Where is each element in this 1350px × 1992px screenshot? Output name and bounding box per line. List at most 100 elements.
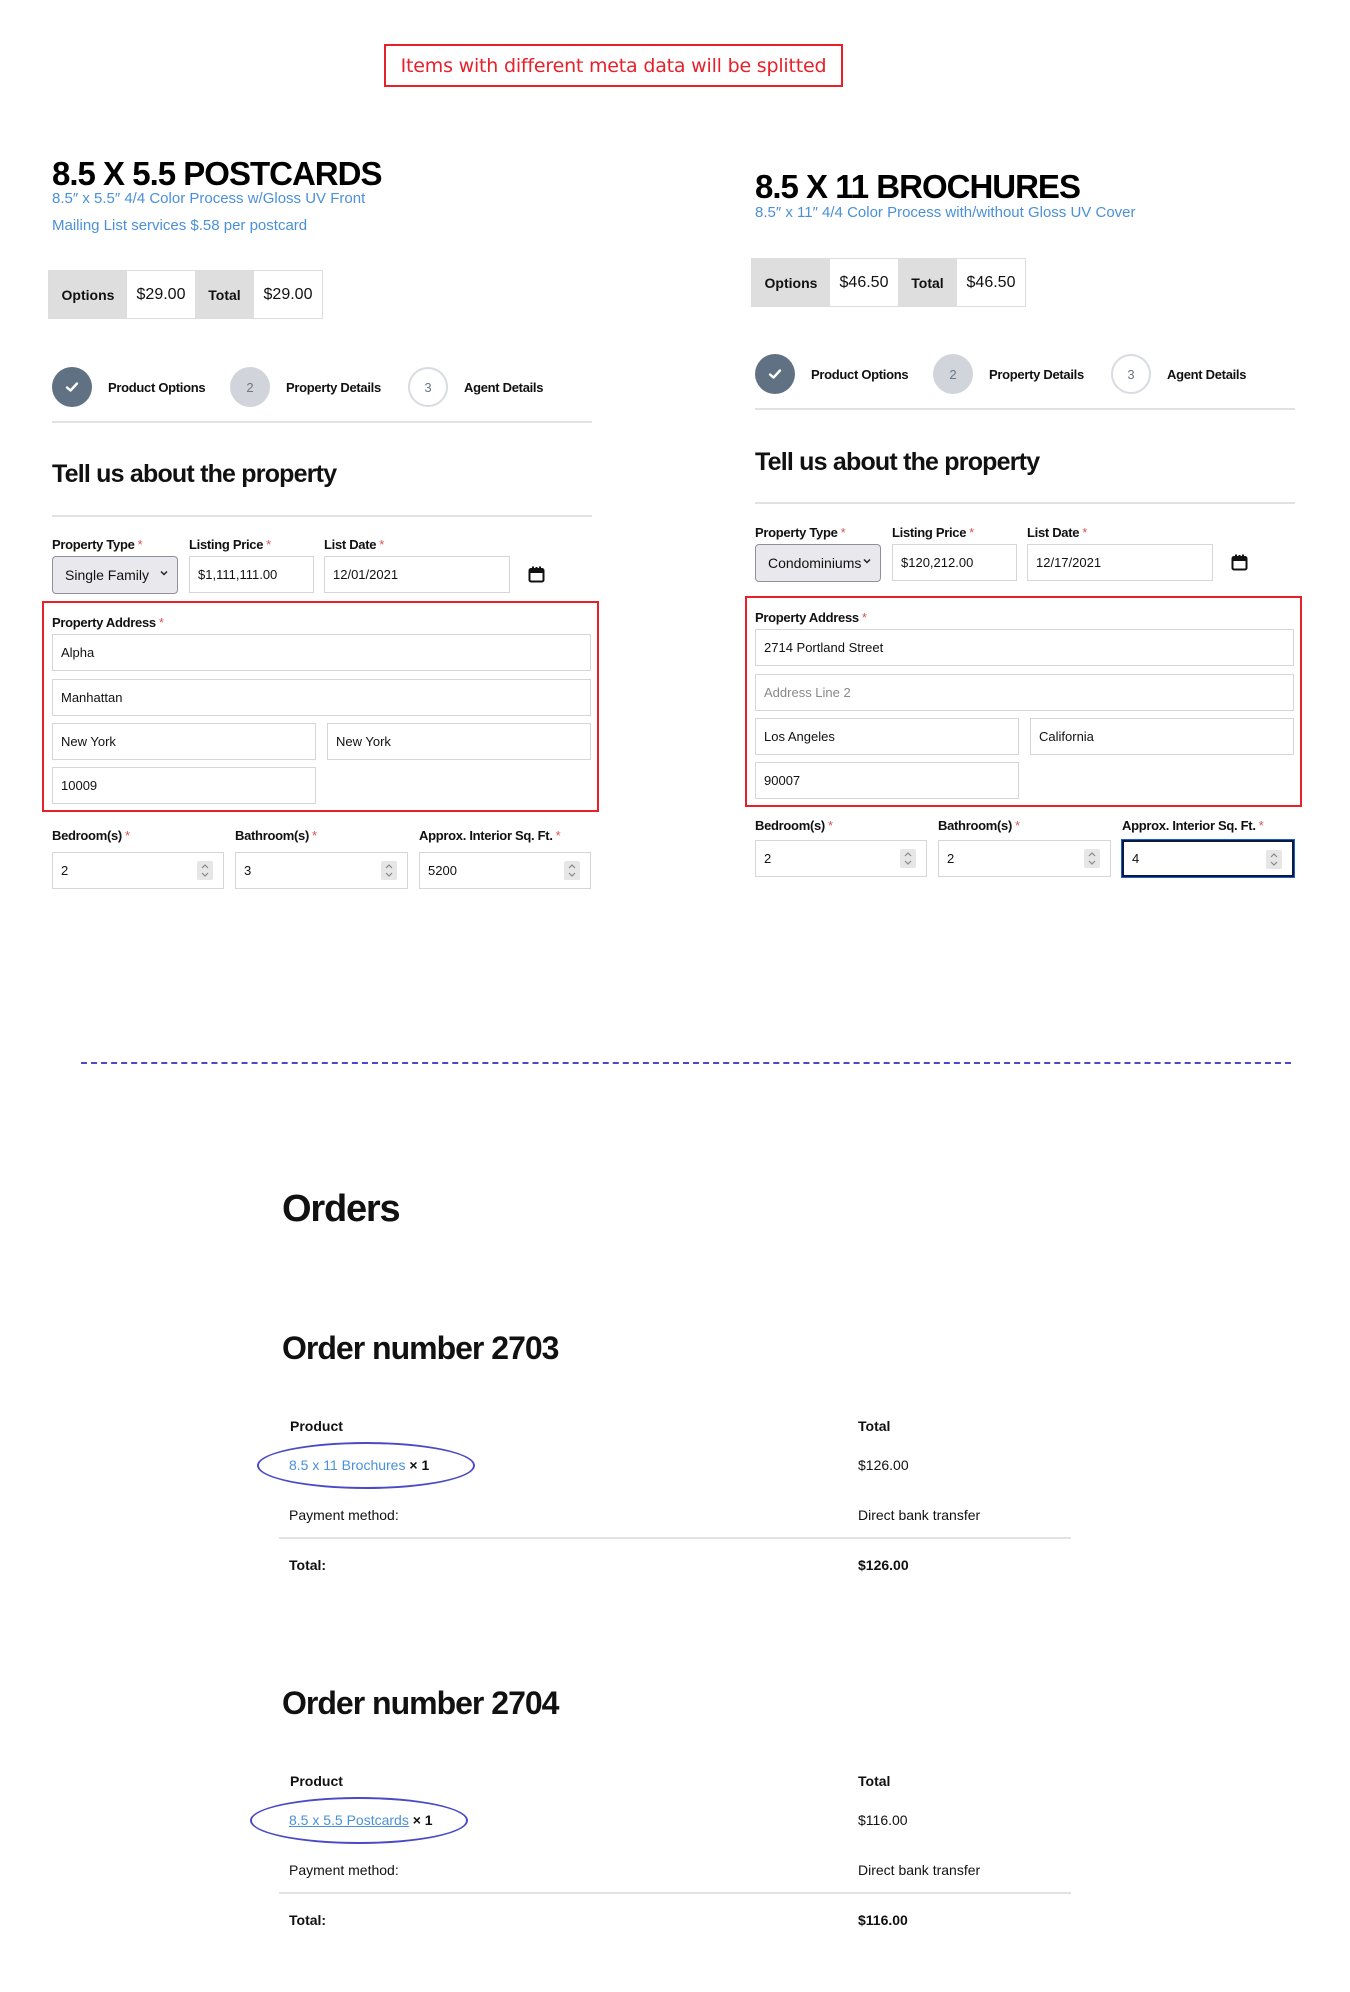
required-asterisk: * (969, 525, 974, 540)
step-circle: 3 (1111, 354, 1151, 394)
step-label: Agent Details (1167, 366, 1247, 382)
item-quantity: × 1 (412, 1812, 433, 1828)
spinner-icon[interactable] (1266, 850, 1282, 869)
options-value: $29.00 (127, 271, 195, 318)
address-line2-input[interactable]: Address Line 2 (755, 674, 1294, 711)
listing-price-input[interactable]: $1,111,111.00 (189, 556, 314, 593)
address-line1-input[interactable]: Alpha (52, 634, 591, 671)
step-label: Product Options (811, 366, 909, 382)
options-label: Options (49, 271, 127, 318)
spinner-icon[interactable] (564, 861, 580, 880)
state-input[interactable]: California (1030, 718, 1294, 755)
step-circle: 2 (933, 354, 973, 394)
product-subtitle: Mailing List services $.58 per postcard (52, 217, 308, 234)
list-date-label: List Date * (324, 537, 384, 552)
required-asterisk: * (379, 537, 384, 552)
product-link[interactable]: 8.5 x 11 Brochures (289, 1457, 405, 1473)
order-total-value: $126.00 (858, 1557, 909, 1573)
step-number: 2 (246, 379, 254, 395)
col-product-header: Product (290, 1418, 343, 1434)
step-product-options[interactable]: Product Options (755, 354, 909, 394)
spinner-icon[interactable] (381, 861, 397, 880)
bathrooms-label: Bathroom(s) * (235, 828, 317, 843)
order-total-divider (279, 1892, 1071, 1894)
steps-divider (52, 421, 592, 423)
city-input[interactable]: New York (52, 723, 316, 760)
property-type-select[interactable]: Single Family (52, 556, 178, 594)
bedrooms-label: Bedroom(s) * (52, 828, 130, 843)
bedrooms-label: Bedroom(s) * (755, 818, 833, 833)
price-table: Options $46.50 Total $46.50 (751, 258, 1026, 307)
bathrooms-input[interactable]: 3 (235, 852, 408, 889)
chevron-down-icon (863, 558, 871, 564)
product-link[interactable]: 8.5 x 5.5 Postcards (289, 1812, 409, 1828)
step-agent-details[interactable]: 3 Agent Details (1111, 354, 1246, 394)
required-asterisk: * (124, 828, 130, 843)
section-title: Tell us about the property (755, 448, 1040, 476)
spinner-icon[interactable] (1084, 849, 1100, 868)
section-divider (52, 515, 592, 517)
total-value: $46.50 (957, 259, 1025, 306)
list-date-input[interactable]: 12/17/2021 (1027, 544, 1213, 581)
step-number: 3 (424, 379, 432, 395)
calendar-icon[interactable] (1231, 554, 1248, 571)
property-address-label: Property Address * (755, 610, 867, 625)
spinner-icon[interactable] (900, 849, 916, 868)
property-type-select[interactable]: Condominiums (755, 544, 881, 582)
step-circle (52, 367, 92, 407)
payment-method-label: Payment method: (289, 1862, 399, 1878)
order-total-value: $116.00 (858, 1912, 908, 1928)
required-asterisk: * (1258, 818, 1264, 833)
sqft-input[interactable]: 5200 (419, 852, 591, 889)
progress-steps: Product Options 2 Property Details 3 Age… (52, 367, 592, 407)
split-notice: Items with different meta data will be s… (384, 44, 843, 87)
bathrooms-input[interactable]: 2 (938, 840, 1111, 877)
orders-title: Orders (282, 1188, 401, 1230)
required-asterisk: * (1014, 818, 1020, 833)
step-number: 3 (1127, 366, 1135, 382)
total-value: $29.00 (254, 271, 322, 318)
step-number: 2 (949, 366, 957, 382)
bedrooms-input[interactable]: 2 (52, 852, 224, 889)
payment-method-label: Payment method: (289, 1507, 399, 1523)
col-product-header: Product (290, 1773, 343, 1789)
zip-input[interactable]: 90007 (755, 762, 1019, 799)
step-property-details[interactable]: 2 Property Details (933, 354, 1084, 394)
required-asterisk: * (827, 818, 833, 833)
product-brochures: 8.5 X 11 BROCHURES 8.5″ x 11″ 4/4 Color … (743, 128, 1303, 988)
step-property-details[interactable]: 2 Property Details (230, 367, 381, 407)
bathrooms-label: Bathroom(s) * (938, 818, 1020, 833)
listing-price-input[interactable]: $120,212.00 (892, 544, 1017, 581)
chevron-down-icon (160, 570, 168, 576)
required-asterisk: * (266, 537, 271, 552)
col-total-header: Total (858, 1418, 891, 1434)
bedrooms-input[interactable]: 2 (755, 840, 927, 877)
state-input[interactable]: New York (327, 723, 591, 760)
step-circle (755, 354, 795, 394)
order-heading: Order number 2703 (282, 1330, 559, 1366)
step-agent-details[interactable]: 3 Agent Details (408, 367, 543, 407)
address-line1-input[interactable]: 2714 Portland Street (755, 629, 1294, 666)
product-subtitle: 8.5″ x 5.5″ 4/4 Color Process w/Gloss UV… (52, 190, 366, 207)
spinner-icon[interactable] (197, 861, 213, 880)
zip-input[interactable]: 10009 (52, 767, 316, 804)
address-line2-input[interactable]: Manhattan (52, 679, 591, 716)
progress-steps: Product Options 2 Property Details 3 Age… (755, 354, 1295, 394)
col-total-header: Total (858, 1773, 891, 1789)
step-label: Product Options (108, 379, 206, 395)
step-product-options[interactable]: Product Options (52, 367, 206, 407)
order-item: 8.5 x 5.5 Postcards × 1 (289, 1812, 433, 1828)
section-divider (755, 502, 1295, 504)
sqft-input[interactable]: 4 (1121, 839, 1295, 878)
property-address-label: Property Address * (52, 615, 164, 630)
sqft-label: Approx. Interior Sq. Ft. * (1122, 818, 1264, 833)
list-date-input[interactable]: 12/01/2021 (324, 556, 510, 593)
product-title: 8.5 X 11 BROCHURES (755, 168, 1081, 205)
required-asterisk: * (840, 525, 846, 540)
required-asterisk: * (158, 615, 164, 630)
calendar-icon[interactable] (528, 566, 545, 583)
item-total: $126.00 (858, 1457, 909, 1473)
payment-method-value: Direct bank transfer (858, 1507, 981, 1523)
city-input[interactable]: Los Angeles (755, 718, 1019, 755)
step-label: Property Details (286, 379, 381, 395)
